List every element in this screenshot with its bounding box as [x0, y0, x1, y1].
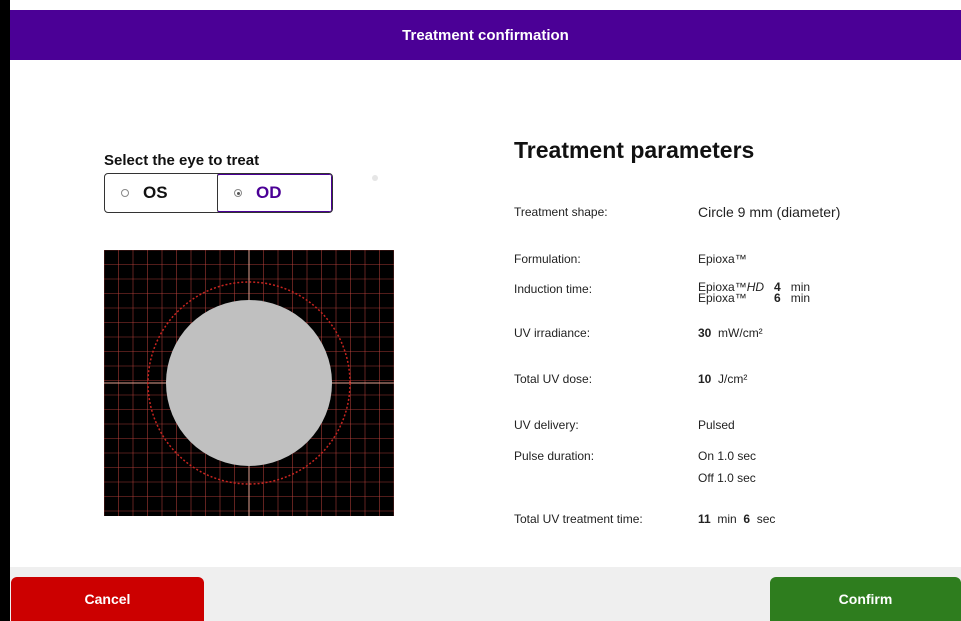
formulation-label: Formulation:: [514, 252, 581, 266]
induction-label: Induction time:: [514, 282, 593, 296]
pulse-label: Pulse duration:: [514, 449, 595, 463]
induction-values: Epioxa™HD 4 min Epioxa™ 6 min: [698, 281, 811, 305]
eye-option-od[interactable]: OD: [217, 174, 332, 212]
status-dot-icon: [372, 175, 378, 181]
shape-label: Treatment shape:: [514, 205, 608, 219]
delivery-value: Pulsed: [698, 418, 735, 432]
eye-select-toggle: OS OD: [104, 173, 333, 213]
induction-name-2: Epioxa™: [698, 291, 747, 305]
title-bar: Treatment confirmation: [10, 10, 961, 60]
eye-option-os-label: OS: [143, 183, 168, 202]
cancel-button[interactable]: Cancel: [11, 577, 204, 621]
radio-os-icon: [121, 189, 129, 197]
induction-unit-2: min: [790, 291, 811, 305]
radio-od-icon: [234, 189, 242, 197]
pulse-off: Off 1.0 sec: [698, 471, 756, 485]
irradiance-value: 30 mW/cm²: [698, 326, 763, 340]
eye-select-label: Select the eye to treat: [104, 152, 260, 169]
irradiance-label: UV irradiance:: [514, 326, 591, 340]
shape-value: Circle 9 mm (diameter): [698, 204, 841, 220]
pulse-on: On 1.0 sec: [698, 449, 757, 463]
total-time-label: Total UV treatment time:: [514, 512, 643, 526]
page-title: Treatment confirmation: [402, 26, 569, 44]
treatment-preview-svg: [103, 249, 395, 516]
eye-option-od-label: OD: [256, 183, 282, 202]
treatment-preview: [103, 249, 395, 516]
delivery-label: UV delivery:: [514, 418, 579, 432]
window-left-edge: [0, 0, 10, 621]
params-title: Treatment parameters: [514, 137, 755, 163]
total-time-value: 11 min 6 sec: [698, 512, 776, 526]
treatment-spot: [166, 300, 332, 466]
eye-option-os[interactable]: OS: [105, 174, 218, 212]
formulation-value: Epioxa™: [698, 252, 747, 266]
confirm-button[interactable]: Confirm: [770, 577, 961, 621]
dose-label: Total UV dose:: [514, 372, 593, 386]
window-top-strip: [10, 0, 961, 10]
induction-value-2: 6: [774, 291, 781, 305]
dose-value: 10 J/cm²: [698, 372, 748, 386]
